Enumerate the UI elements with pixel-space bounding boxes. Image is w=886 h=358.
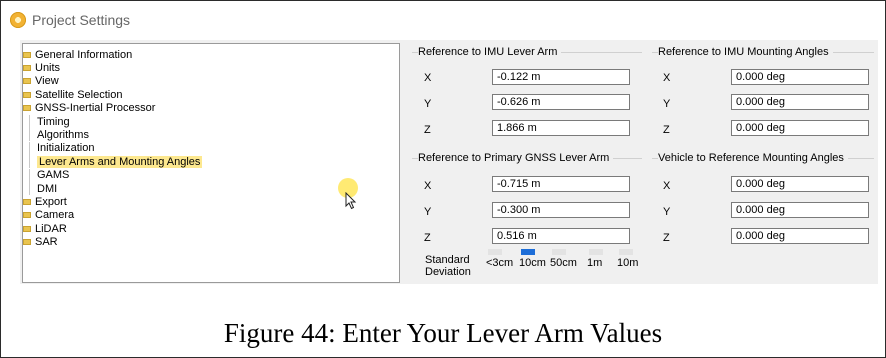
window-titlebar: Project Settings (10, 8, 130, 32)
folder-icon (23, 78, 31, 85)
std-dev-option[interactable]: 50cm (550, 257, 577, 269)
gnss-lever-arm-y-input[interactable] (492, 202, 630, 218)
tree-item-label: LiDAR (35, 222, 67, 235)
tree-item[interactable]: SAR (23, 236, 58, 249)
window-title: Project Settings (32, 12, 131, 28)
y-label: Y (663, 98, 671, 110)
x-label: X (663, 72, 671, 84)
tree-item-label: DMI (37, 182, 58, 195)
tree-item-label: General Information (35, 48, 133, 61)
folder-icon (23, 51, 31, 58)
tree-guide-line (29, 141, 30, 155)
std-dev-option[interactable]: <3cm (486, 257, 513, 269)
y-label: Y (424, 206, 432, 218)
imu-mounting-y-input[interactable] (731, 94, 869, 110)
tree-item-label: Satellite Selection (35, 88, 123, 101)
tree-item-label: Export (35, 195, 67, 208)
vehicle-mounting-z-input[interactable] (731, 228, 869, 244)
tree-item[interactable]: Timing (29, 115, 70, 128)
std-dev-tick[interactable] (589, 249, 603, 255)
gnss-lever-arm-z-input[interactable] (492, 228, 630, 244)
tree-item[interactable]: Satellite Selection (23, 88, 122, 101)
gnss-lever-arm-x-input[interactable] (492, 176, 630, 192)
tree-item[interactable]: Initialization (29, 141, 95, 155)
folder-icon (23, 105, 31, 112)
std-dev-option[interactable]: 1m (587, 257, 602, 269)
imu-lever-arm-x-input[interactable] (492, 69, 630, 85)
tree-item-label: GNSS-Inertial Processor (35, 102, 156, 115)
tree-guide-line (29, 115, 30, 128)
settings-gear-icon (10, 12, 26, 28)
tree-item-label: Initialization (37, 142, 95, 155)
vehicle-mounting-x-input[interactable] (731, 176, 869, 192)
tree-item[interactable]: View (23, 75, 59, 88)
imu-lever-arm-y-input[interactable] (492, 94, 630, 110)
tree-item[interactable]: GNSS-Inertial Processor (23, 102, 155, 115)
std-dev-label-line1: Standard (425, 254, 470, 266)
tree-item[interactable]: LiDAR (23, 222, 67, 235)
group-title: Reference to Primary GNSS Lever Arm (418, 152, 614, 164)
std-dev-option[interactable]: 10m (617, 257, 638, 269)
x-label: X (424, 72, 432, 84)
tree-item-label: Algorithms (37, 128, 89, 141)
tree-item-label: GAMS (37, 169, 70, 182)
tree-item-label: View (35, 75, 59, 88)
folder-icon (23, 64, 31, 71)
group-title: Reference to IMU Lever Arm (418, 46, 562, 58)
x-label: X (424, 180, 432, 192)
std-dev-label: Standard Deviation (425, 254, 471, 278)
z-label: Z (424, 232, 431, 244)
std-dev-tick[interactable] (619, 249, 633, 255)
std-dev-tick[interactable] (521, 249, 535, 255)
folder-icon (23, 212, 31, 219)
tree-item[interactable]: General Information (23, 48, 132, 61)
tree-guide-line (29, 128, 30, 142)
tree-guide-line (29, 155, 30, 169)
group-title: Vehicle to Reference Mounting Angles (658, 152, 848, 164)
tree-item-label: Lever Arms and Mounting Angles (37, 155, 203, 168)
settings-tree[interactable]: General Information Units View Satellite Se… (22, 43, 400, 283)
std-dev-option[interactable]: 10cm (519, 257, 546, 269)
tree-guide-line (29, 182, 30, 195)
tree-item[interactable]: Camera (23, 209, 74, 222)
folder-icon (23, 198, 31, 205)
tree-item[interactable]: Algorithms (29, 128, 89, 142)
y-label: Y (424, 98, 432, 110)
imu-lever-arm-z-input[interactable] (492, 120, 630, 136)
tree-item[interactable]: DMI (29, 182, 58, 195)
mouse-cursor-icon (345, 192, 357, 210)
tree-item[interactable]: GAMS (29, 168, 70, 182)
tree-item-label: Camera (35, 209, 75, 222)
z-label: Z (663, 232, 670, 244)
tree-item-label: Units (35, 61, 61, 74)
imu-mounting-x-input[interactable] (731, 69, 869, 85)
tree-item[interactable]: Export (23, 195, 67, 208)
std-dev-tick[interactable] (552, 249, 566, 255)
folder-icon (23, 239, 31, 246)
imu-mounting-z-input[interactable] (731, 120, 869, 136)
tree-item[interactable]: Units (23, 61, 60, 74)
vehicle-mounting-y-input[interactable] (731, 202, 869, 218)
tree-item-label: Timing (37, 115, 70, 128)
y-label: Y (663, 206, 671, 218)
figure-caption: Figure 44: Enter Your Lever Arm Values (223, 318, 663, 348)
folder-icon (23, 225, 31, 232)
tree-item[interactable]: Lever Arms and Mounting Angles (29, 155, 203, 169)
z-label: Z (663, 124, 670, 136)
folder-icon (23, 91, 31, 98)
std-dev-label-line2: Deviation (425, 266, 471, 278)
tree-guide-line (29, 168, 30, 182)
group-title: Reference to IMU Mounting Angles (658, 46, 833, 58)
z-label: Z (424, 124, 431, 136)
x-label: X (663, 180, 671, 192)
tree-item-label: SAR (35, 236, 58, 249)
std-dev-tick[interactable] (488, 249, 502, 255)
